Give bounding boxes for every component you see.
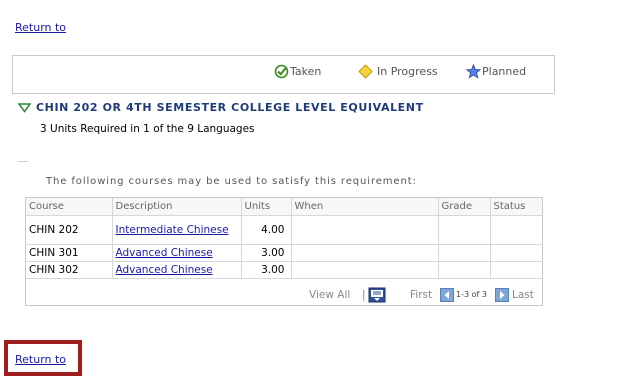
legend-taken-label: Taken	[290, 65, 322, 78]
divider	[18, 161, 28, 162]
check-circle-icon	[274, 64, 289, 79]
col-course: Course	[26, 198, 113, 216]
table-row: CHIN 302 Advanced Chinese 3.00	[26, 261, 542, 279]
requirement-title: CHIN 202 OR 4TH SEMESTER COLLEGE LEVEL E…	[36, 101, 424, 114]
legend-planned: Planned	[466, 64, 526, 79]
course-code: CHIN 202	[26, 215, 113, 245]
table-row: CHIN 301 Advanced Chinese 3.00	[26, 244, 542, 262]
previous-page-icon[interactable]	[440, 288, 454, 302]
return-to-link-bottom[interactable]: Return to	[15, 353, 66, 366]
pager-separator: |	[362, 289, 366, 301]
download-grid-icon[interactable]	[368, 287, 386, 303]
course-description-link[interactable]: Intermediate Chinese	[116, 224, 229, 236]
next-page-icon[interactable]	[495, 288, 509, 302]
legend-in-progress-label: In Progress	[377, 65, 438, 78]
course-units: 4.00	[241, 215, 292, 245]
requirement-subtitle: 3 Units Required in 1 of the 9 Languages	[40, 123, 255, 135]
col-units: Units	[241, 198, 292, 216]
courses-grid: Course Description Units When Grade Stat…	[25, 197, 543, 306]
course-status	[490, 261, 542, 279]
courses-caption: The following courses may be used to sat…	[46, 176, 417, 187]
legend-taken: Taken	[274, 64, 321, 79]
table-header-row: Course Description Units When Grade Stat…	[26, 198, 542, 216]
course-code: CHIN 302	[26, 261, 113, 279]
last-link[interactable]: Last	[512, 289, 534, 301]
course-grade	[438, 215, 491, 245]
row-count: 1-3 of 3	[456, 290, 487, 299]
legend-planned-label: Planned	[482, 65, 527, 78]
course-code: CHIN 301	[26, 244, 113, 262]
status-legend: Taken In Progress Planned	[12, 55, 555, 94]
course-units: 3.00	[241, 261, 292, 279]
first-link[interactable]: First	[410, 289, 432, 301]
col-status: Status	[490, 198, 542, 216]
course-when	[291, 244, 439, 262]
course-when	[291, 261, 439, 279]
course-description-link[interactable]: Advanced Chinese	[116, 247, 213, 259]
course-description-link[interactable]: Advanced Chinese	[116, 264, 213, 276]
course-when	[291, 215, 439, 245]
col-grade: Grade	[438, 198, 491, 216]
col-description: Description	[112, 198, 242, 216]
course-status	[490, 215, 542, 245]
view-all-link[interactable]: View All	[309, 289, 350, 301]
course-grade	[438, 261, 491, 279]
diamond-icon	[358, 64, 373, 79]
course-status	[490, 244, 542, 262]
col-when: When	[291, 198, 439, 216]
legend-in-progress: In Progress	[358, 64, 438, 79]
return-to-link-top[interactable]: Return to	[15, 21, 66, 34]
course-units: 3.00	[241, 244, 292, 262]
courses-table: Course Description Units When Grade Stat…	[26, 198, 542, 279]
grid-pager: View All | First 1-3 of 3 Last	[26, 287, 542, 303]
star-icon	[466, 64, 481, 79]
requirement-header[interactable]: CHIN 202 OR 4TH SEMESTER COLLEGE LEVEL E…	[18, 101, 424, 114]
chevron-down-icon[interactable]	[18, 102, 31, 113]
course-grade	[438, 244, 491, 262]
table-row: CHIN 202 Intermediate Chinese 4.00	[26, 215, 542, 245]
